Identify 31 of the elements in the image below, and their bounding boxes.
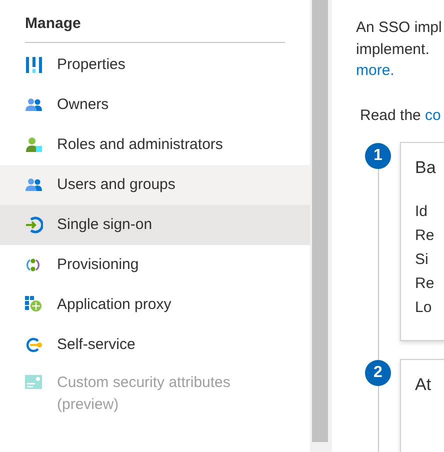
field-label: Re: [415, 274, 436, 294]
field-label: Si: [415, 250, 430, 270]
nav-item[interactable]: Users and groups: [0, 165, 310, 205]
nav-item[interactable]: Roles and administrators: [0, 125, 310, 165]
nav-item[interactable]: Owners: [0, 85, 310, 125]
sign-in-icon: [25, 216, 43, 234]
field-label: Re: [415, 226, 436, 246]
section-heading: Manage: [24, 15, 82, 34]
person-icon: [25, 136, 43, 154]
nav-item[interactable]: Self-service: [0, 325, 310, 365]
scrollbar-thumb[interactable]: [312, 0, 328, 442]
field-label: Id: [415, 202, 429, 222]
step-number: 1: [365, 142, 391, 168]
people-icon: [25, 96, 43, 114]
card-icon: [25, 373, 43, 391]
key-icon: [25, 336, 43, 354]
intro-paragraph: An SSO impl implement. more.: [356, 18, 443, 81]
bars-icon: [25, 56, 43, 74]
people-icon: [25, 176, 43, 194]
documentation-link[interactable]: co: [425, 106, 441, 124]
grid-icon: [25, 296, 43, 314]
field-label: Lo: [415, 298, 433, 318]
nav-item[interactable]: Single sign-on: [0, 205, 310, 245]
nav-item[interactable]: Application proxy: [0, 285, 310, 325]
card-title: Ba: [415, 158, 437, 178]
nav-item[interactable]: Provisioning: [0, 245, 310, 285]
card-title: At: [415, 374, 432, 394]
nav-item[interactable]: Properties: [0, 45, 310, 85]
read-text: Read the co: [360, 106, 442, 124]
step-number: 2: [365, 360, 391, 386]
learn-more-link[interactable]: more.: [356, 62, 394, 79]
